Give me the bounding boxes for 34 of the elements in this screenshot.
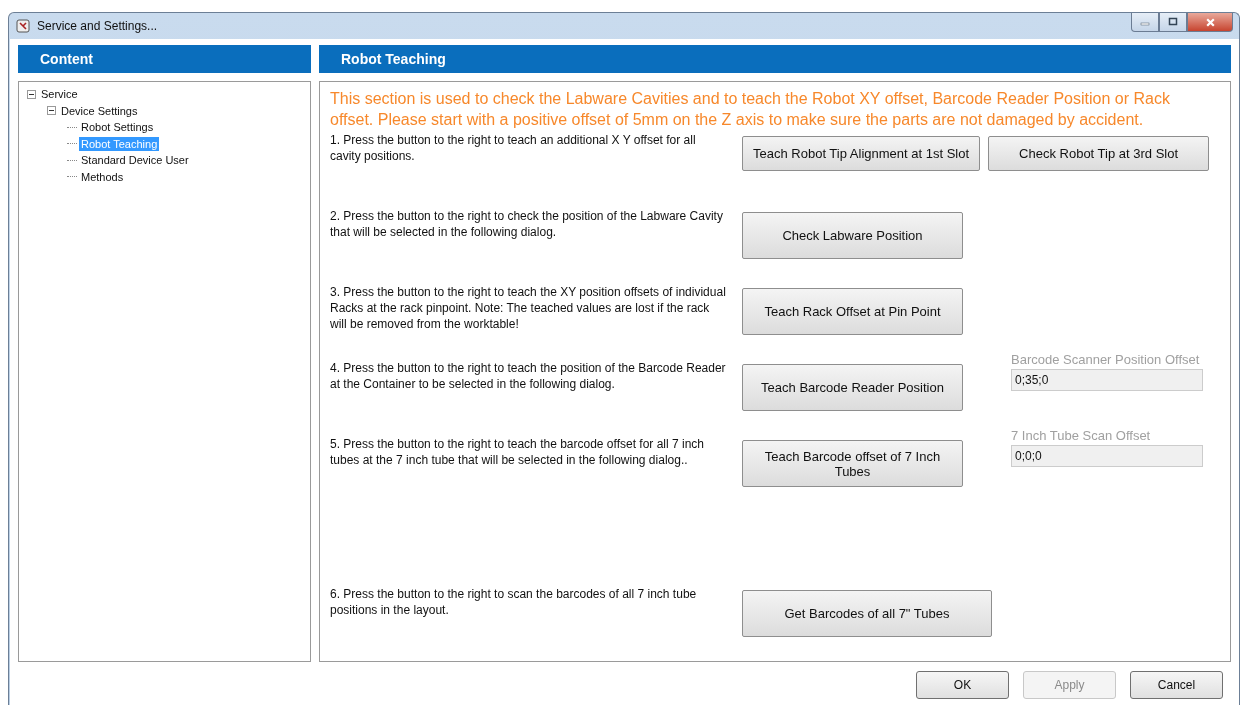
expander-icon[interactable] — [47, 106, 56, 116]
step-text: 3. Press the button to the right to teach the XY position offsets of individual Racks at the rack pinpoint. Note: The teached values are lost if the rack will be removed from the worktable! — [330, 284, 727, 332]
tree-item[interactable]: Methods — [79, 169, 126, 184]
tree-item[interactable]: Device Settings — [59, 103, 140, 118]
step-text: 6. Press the button to the right to scan the barcodes of all 7 inch tube positions in the layout. — [330, 586, 698, 618]
tree-item[interactable]: Robot Settings — [79, 120, 156, 135]
field-label: 7 Inch Tube Scan Offset — [1011, 428, 1152, 443]
intro-text: This section is used to check the Labware Cavities and to teach the Robot XY offset, Barcode Reader Position or Rack offset. Please start with a positive offset of 5mm on the Z axis to make sure the parts are not damaged by accident. — [330, 89, 1171, 130]
maximize-button[interactable] — [1159, 13, 1187, 32]
close-button[interactable] — [1187, 13, 1233, 32]
step-text: 5. Press the button to the right to teach the barcode offset for all 7 inch tubes at the 7 inch tube that will be selected in the following dialog.. — [330, 436, 705, 468]
maximize-icon — [1168, 17, 1178, 27]
action-button[interactable]: Teach Barcode offset of 7 Inch Tubes — [742, 440, 963, 487]
action-button[interactable]: Check Robot Tip at 3rd Slot — [988, 136, 1210, 171]
tree-item[interactable]: Standard Device User — [79, 153, 191, 168]
action-button[interactable]: Teach Rack Offset at Pin Point — [742, 288, 963, 335]
step-text: 1. Press the button to the right to teach an additional X Y offset for all cavity positions. — [330, 132, 697, 164]
app-icon — [15, 18, 31, 34]
expander-icon[interactable] — [27, 89, 36, 99]
tree-item[interactable]: Service — [39, 87, 80, 102]
step-text: 4. Press the button to the right to teach the position of the Barcode Reader at the Container to be selected in the following dialog. — [330, 360, 727, 392]
dialog-button[interactable]: OK — [916, 671, 1009, 699]
action-button[interactable]: Get Barcodes of all 7" Tubes — [742, 590, 992, 637]
panel-header: Robot Teaching — [319, 45, 1231, 73]
panel-header: Content — [18, 45, 311, 73]
minimize-button[interactable] — [1131, 13, 1159, 32]
action-button[interactable]: Teach Barcode Reader Position — [742, 364, 963, 411]
window-title: Service and Settings... — [37, 19, 158, 33]
field-label: Barcode Scanner Position Offset — [1011, 352, 1201, 367]
action-button[interactable]: Teach Robot Tip Alignment at 1st Slot — [742, 136, 981, 171]
dialog-button[interactable]: Cancel — [1130, 671, 1223, 699]
action-button[interactable]: Check Labware Position — [742, 212, 963, 259]
step-text: 2. Press the button to the right to check the position of the Labware Cavity that will be selected in the following dialog. — [330, 208, 724, 240]
close-icon — [1204, 16, 1216, 28]
